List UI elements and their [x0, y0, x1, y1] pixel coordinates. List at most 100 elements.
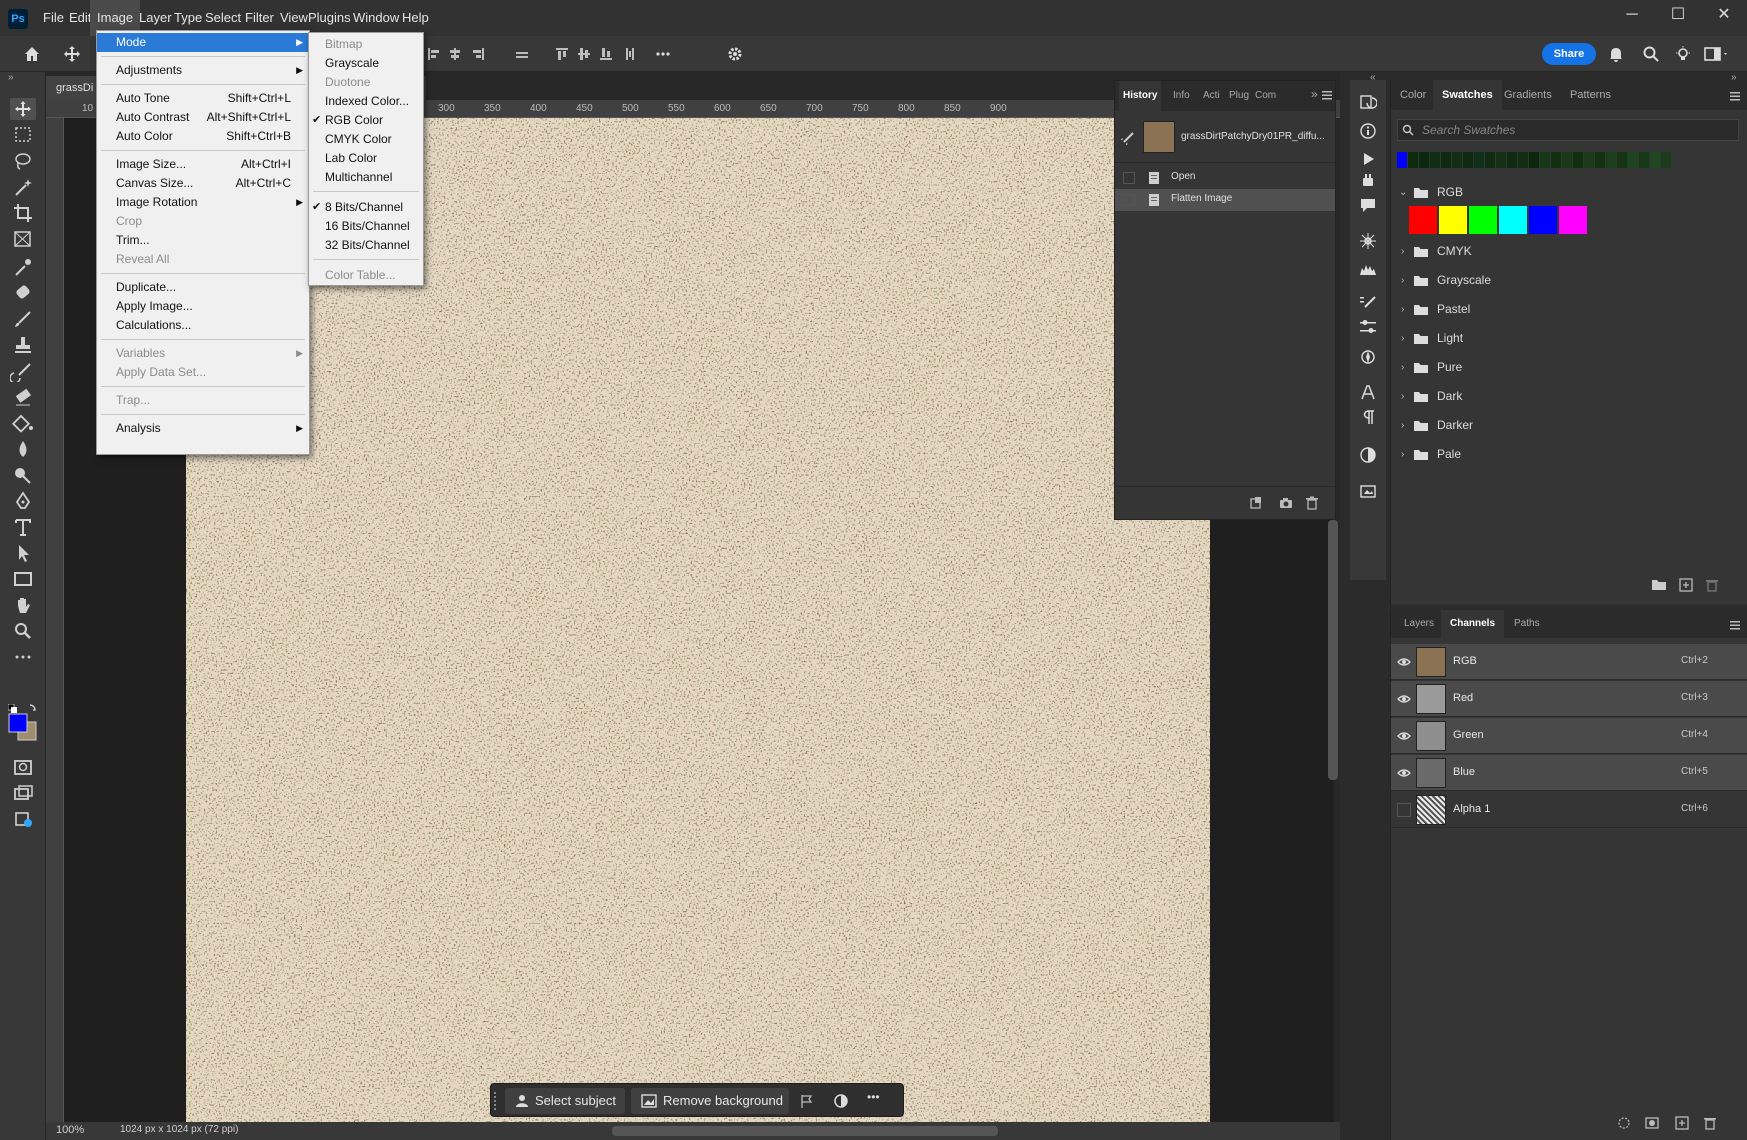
recent-swatch[interactable]: [1529, 152, 1539, 168]
lightbulb-icon[interactable]: [1674, 45, 1692, 63]
menu-item-mode[interactable]: Mode ▶: [97, 33, 309, 52]
recent-swatch[interactable]: [1397, 152, 1407, 168]
adjustment-icon[interactable]: [833, 1093, 849, 1109]
rgb-swatch[interactable]: [1559, 206, 1587, 234]
recent-swatch[interactable]: [1496, 152, 1506, 168]
swatch-folder-dark[interactable]: › Dark: [1391, 382, 1747, 411]
chevron-right-icon[interactable]: ›: [1401, 324, 1404, 353]
new-channel-icon[interactable]: [1675, 1116, 1689, 1130]
brush-settings-icon[interactable]: [1359, 232, 1377, 250]
chevron-down-icon[interactable]: ⌄: [1399, 178, 1407, 207]
load-selection-icon[interactable]: [1617, 1116, 1631, 1130]
recent-swatch[interactable]: [1463, 152, 1473, 168]
home-icon[interactable]: [22, 44, 42, 64]
channel-row-red[interactable]: Red Ctrl+3: [1391, 681, 1747, 717]
mode-item-16-bits-channel[interactable]: 16 Bits/Channel: [309, 217, 423, 236]
channel-row-rgb[interactable]: RGB Ctrl+2: [1391, 644, 1747, 680]
recent-swatch[interactable]: [1441, 152, 1451, 168]
info-icon[interactable]: [1359, 122, 1377, 140]
bell-icon[interactable]: [1607, 45, 1625, 63]
workspace-icon[interactable]: [1704, 45, 1730, 63]
marquee-icon[interactable]: [10, 124, 36, 146]
chevron-right-icon[interactable]: ›: [1401, 266, 1404, 295]
mode-item-cmyk-color[interactable]: CMYK Color: [309, 130, 423, 149]
channel-row-blue[interactable]: Blue Ctrl+5: [1391, 755, 1747, 791]
swatch-folder-cmyk[interactable]: › CMYK: [1391, 237, 1747, 266]
quick-mask-icon[interactable]: [10, 756, 36, 778]
rgb-swatch[interactable]: [1439, 206, 1467, 234]
state-checkbox[interactable]: [1123, 172, 1135, 184]
zoom-icon[interactable]: [10, 620, 36, 642]
plugins-icon[interactable]: [1359, 172, 1377, 190]
menu-item-canvas-size[interactable]: Canvas Size... Alt+Ctrl+C: [97, 174, 309, 193]
tab-color[interactable]: Color: [1391, 80, 1435, 110]
chevron-right-icon[interactable]: ›: [1401, 237, 1404, 266]
move-icon[interactable]: [10, 98, 36, 120]
tab-gradients[interactable]: Gradients: [1495, 80, 1561, 110]
mode-item-multichannel[interactable]: Multichannel: [309, 168, 423, 187]
type-icon[interactable]: [10, 516, 36, 538]
chevron-right-icon[interactable]: ›: [1401, 353, 1404, 382]
recent-swatch[interactable]: [1518, 152, 1528, 168]
recent-swatch[interactable]: [1419, 152, 1429, 168]
history-state[interactable]: Flatten Image: [1115, 189, 1335, 211]
swatch-folder-light[interactable]: › Light: [1391, 324, 1747, 353]
recent-swatch[interactable]: [1584, 152, 1594, 168]
minimize-button[interactable]: ─: [1609, 0, 1655, 30]
horizontal-scrollbar[interactable]: [612, 1126, 998, 1136]
brush-icon[interactable]: [10, 308, 36, 330]
recent-swatch[interactable]: [1430, 152, 1440, 168]
history-state[interactable]: Open: [1115, 167, 1335, 189]
healing-brush-icon[interactable]: [10, 282, 36, 304]
document-dimensions[interactable]: 1024 px x 1024 px (72 ppi): [120, 1124, 238, 1135]
more-options-icon[interactable]: •••: [867, 1090, 880, 1104]
flag-icon[interactable]: [799, 1093, 815, 1109]
color-circle-icon[interactable]: [1359, 446, 1377, 464]
chevron-right-icon[interactable]: ›: [1401, 440, 1404, 469]
recent-swatch[interactable]: [1551, 152, 1561, 168]
tab-channels[interactable]: Channels: [1441, 610, 1505, 638]
swatch-search-input[interactable]: Search Swatches: [1397, 119, 1739, 141]
channel-row-green[interactable]: Green Ctrl+4: [1391, 718, 1747, 754]
recent-swatch[interactable]: [1485, 152, 1495, 168]
tab-plug[interactable]: Plug: [1225, 81, 1253, 111]
trash-icon[interactable]: [1705, 578, 1719, 592]
channels-menu-icon[interactable]: [1729, 619, 1741, 631]
align-icons[interactable]: [426, 46, 676, 62]
panel-menu-icon[interactable]: [1321, 89, 1333, 101]
vertical-scrollbar[interactable]: [1328, 520, 1338, 780]
mode-item-rgb-color[interactable]: ✔ RGB Color: [309, 111, 423, 130]
state-checkbox[interactable]: [1123, 194, 1135, 206]
trash-icon[interactable]: [1703, 1116, 1717, 1130]
lasso-icon[interactable]: [10, 150, 36, 172]
eye-icon[interactable]: [1397, 767, 1411, 779]
channel-row-alpha-1[interactable]: Alpha 1 Ctrl+6: [1391, 792, 1747, 828]
mode-item-lab-color[interactable]: Lab Color: [309, 149, 423, 168]
tab-info[interactable]: Info: [1169, 81, 1194, 111]
clone-stamp-icon[interactable]: [10, 334, 36, 356]
recent-swatch[interactable]: [1507, 152, 1517, 168]
menu-item-duplicate[interactable]: Duplicate...: [97, 278, 309, 297]
tab-swatches[interactable]: Swatches: [1433, 80, 1502, 110]
recent-swatch[interactable]: [1639, 152, 1649, 168]
recent-swatch[interactable]: [1617, 152, 1627, 168]
swatch-folder-rgb[interactable]: ⌄ RGB: [1391, 178, 1747, 207]
paint-bucket-icon[interactable]: [10, 412, 36, 434]
more-tools-icon[interactable]: [10, 646, 36, 668]
tab-patterns[interactable]: Patterns: [1561, 80, 1620, 110]
save-selection-icon[interactable]: [1645, 1116, 1659, 1130]
rgb-swatch[interactable]: [1499, 206, 1527, 234]
menu-item-auto-tone[interactable]: Auto Tone Shift+Ctrl+L: [97, 89, 309, 108]
swatch-folder-darker[interactable]: › Darker: [1391, 411, 1747, 440]
tab-history[interactable]: History: [1119, 81, 1162, 111]
color-swatches-icon[interactable]: [8, 704, 40, 744]
actions-play-icon[interactable]: [1359, 150, 1377, 168]
trash-icon[interactable]: [1305, 496, 1319, 510]
mode-item-32-bits-channel[interactable]: 32 Bits/Channel: [309, 236, 423, 255]
visibility-toggle[interactable]: [1397, 803, 1411, 817]
character-icon[interactable]: [1359, 384, 1377, 402]
menu-help[interactable]: Help: [395, 0, 436, 36]
chevron-right-icon[interactable]: ›: [1401, 295, 1404, 324]
frame-icon[interactable]: [10, 228, 36, 250]
close-button[interactable]: ✕: [1701, 0, 1747, 30]
